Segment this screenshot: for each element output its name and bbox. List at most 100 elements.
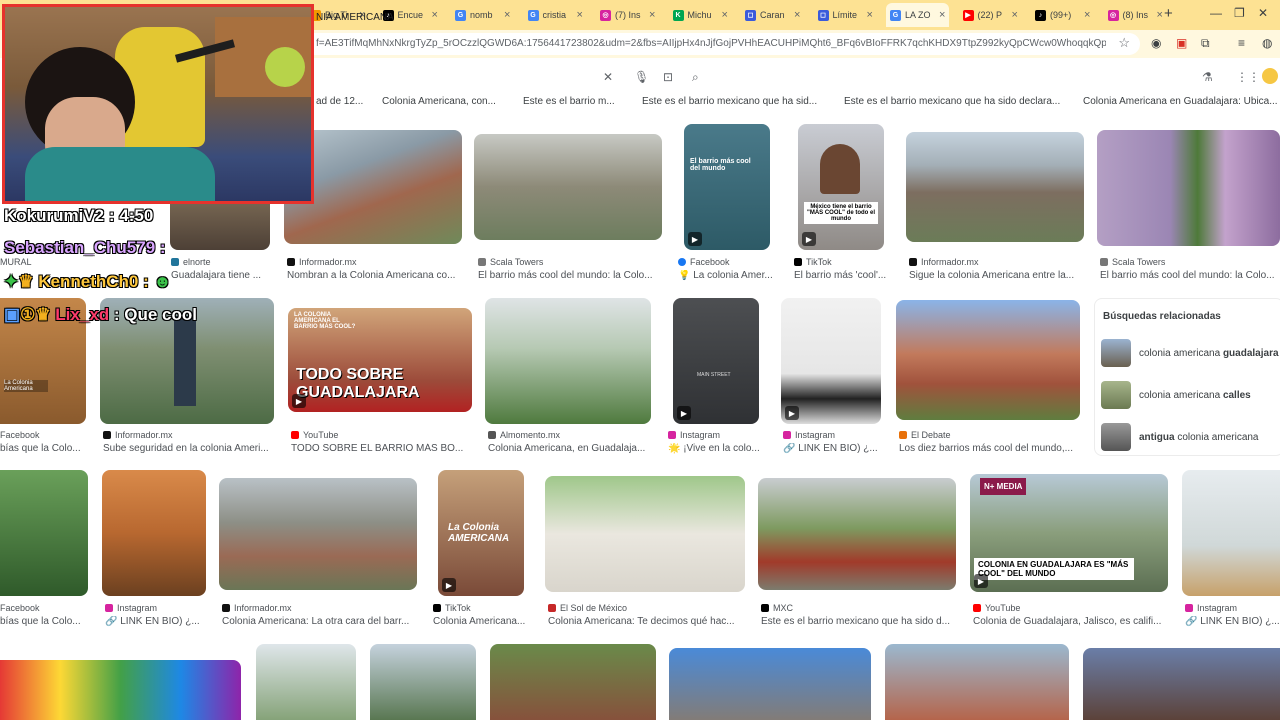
result-title[interactable]: Este es el barrio mexicano que ha sid... [642, 96, 827, 107]
tab-close-icon[interactable]: × [794, 9, 800, 21]
mic-icon[interactable]: 🎙 [634, 70, 649, 84]
video-play-icon: ▶ [442, 578, 456, 592]
image-source: Instagram [668, 430, 720, 440]
restore-icon[interactable]: ❐ [1234, 6, 1245, 20]
result-title[interactable]: Colonia Americana, con... [382, 96, 502, 107]
related-search-item[interactable]: antigua colonia americana [1101, 421, 1279, 453]
image-caption[interactable]: 🌟 ¡Vive en la colo... [668, 443, 764, 454]
image-source: Instagram [1185, 603, 1237, 613]
extension-red-icon[interactable]: ▣ [1176, 36, 1187, 50]
image-caption[interactable]: TODO SOBRE EL BARRIO MÁS BO... [291, 443, 471, 454]
image-caption[interactable]: Nombran a la Colonia Americana co... [287, 270, 462, 281]
tab-close-icon[interactable]: × [649, 9, 655, 21]
image-source: Scala Towers [478, 257, 543, 267]
tab-close-icon[interactable]: × [504, 9, 510, 21]
bookmark-star-icon[interactable]: ☆ [1118, 35, 1130, 51]
tab-title: (99+) [1050, 10, 1072, 20]
tab-favicon-icon: ◻ [745, 9, 756, 21]
search-icon[interactable]: ⌕ [692, 70, 699, 85]
new-tab-button[interactable]: + [1164, 5, 1173, 22]
image-source: YouTube [973, 603, 1020, 613]
result-title[interactable]: ad de 12... [316, 96, 376, 107]
extension-icon[interactable]: ◉ [1151, 36, 1161, 50]
image-caption[interactable]: Colonia Americana, en Guadalaja... [488, 443, 652, 454]
browser-tab[interactable]: ▶ (22) P × [959, 3, 1022, 27]
image-caption[interactable]: Colonia Americana: Te decimos qué hac... [548, 616, 744, 627]
tab-close-icon[interactable]: × [1157, 9, 1163, 21]
browser-tab[interactable]: K Michu × [669, 3, 732, 27]
image-caption[interactable]: bías que la Colo... [0, 616, 86, 627]
image-source: El Sol de México [548, 603, 627, 613]
tab-title: Caran [760, 10, 785, 20]
menu-lines-icon[interactable]: ≡ [1238, 36, 1245, 50]
close-window-icon[interactable]: ✕ [1258, 6, 1268, 20]
address-bar[interactable]: f=AE3TifMqMhNxNkrgTyZp_5rOCzzlQGWD6A:175… [300, 33, 1140, 55]
result-title[interactable]: Colonia Americana en Guadalajara: Ubica.… [1083, 96, 1280, 107]
image-caption[interactable]: El barrio más cool del mundo: la Colo... [478, 270, 663, 281]
image-caption[interactable]: El barrio más 'cool'... [794, 270, 886, 281]
labs-icon[interactable]: ⚗ [1202, 70, 1213, 84]
thumb-text: El barrio más cool del mundo [690, 158, 751, 172]
image-caption[interactable]: Sigue la colonia Americana entre la... [909, 270, 1084, 281]
clear-search-icon[interactable]: ✕ [603, 70, 613, 84]
video-play-icon: ▶ [677, 406, 691, 420]
image-caption[interactable]: Colonia Americana: La otra cara del barr… [222, 616, 417, 627]
image-caption[interactable]: 💡 La colonia Amer... [678, 270, 774, 281]
image-caption[interactable]: El barrio más cool del mundo: la Colo... [1100, 270, 1280, 281]
url-text: f=AE3TifMqMhNxNkrgTyZp_5rOCzzlQGWD6A:175… [316, 38, 1106, 49]
image-source: Instagram [783, 430, 835, 440]
related-search-item[interactable]: colonia americana calles [1101, 379, 1279, 411]
tab-close-icon[interactable]: × [577, 9, 583, 21]
browser-tab[interactable]: G LA ZO × [886, 3, 950, 27]
video-play-icon: ▶ [688, 232, 702, 246]
apps-grid-icon[interactable]: ⋮⋮ [1236, 70, 1260, 84]
video-play-icon: ▶ [292, 394, 306, 408]
account-avatar[interactable] [1262, 68, 1278, 84]
tab-close-icon[interactable]: × [867, 9, 873, 21]
tab-close-icon[interactable]: × [1084, 9, 1090, 21]
search-query[interactable]: NIA AMERICANA [316, 12, 394, 23]
image-caption[interactable]: 🔗 LINK EN BIO) ¿... [1185, 616, 1280, 627]
image-caption[interactable]: Los diez barrios más cool del mundo,... [899, 443, 1079, 454]
browser-tab[interactable]: ♪ (99+) × [1031, 3, 1094, 27]
browser-tab[interactable]: Gnomb × [451, 3, 514, 27]
result-title[interactable]: Este es el barrio mexicano que ha sido d… [844, 96, 1069, 107]
tab-favicon-icon: G [890, 9, 901, 21]
minimize-icon[interactable]: — [1210, 6, 1222, 20]
tab-close-icon[interactable]: × [432, 9, 438, 21]
profile-icon[interactable]: ◍ [1262, 36, 1272, 50]
tab-close-icon[interactable]: × [1012, 9, 1018, 21]
image-caption[interactable]: Este es el barrio mexicano que ha sido d… [761, 616, 957, 627]
image-source: elnorte [171, 257, 211, 267]
browser-tab[interactable]: ◎ (7) Ins × [596, 3, 659, 27]
puzzle-icon[interactable]: ⧉ [1201, 36, 1210, 51]
browser-tab[interactable]: ◻ Límite × [814, 3, 877, 27]
browser-tab[interactable]: ◎ (8) Ins × [1104, 3, 1167, 27]
result-title[interactable]: Este es el barrio m... [523, 96, 623, 107]
thumb-text: TODO SOBRE GUADALAJARA [296, 366, 420, 401]
browser-tab[interactable]: Gcristia × [524, 3, 587, 27]
image-caption[interactable]: Guadalajara tiene ... [171, 270, 271, 281]
related-search-item[interactable]: colonia americana guadalajara [1101, 337, 1279, 369]
badge-icon: ✦ [4, 272, 19, 291]
image-source: YouTube [291, 430, 338, 440]
browser-tab[interactable]: ◻ Caran × [741, 3, 804, 27]
image-source: MURAL [0, 257, 32, 267]
tab-close-icon[interactable]: × [722, 9, 728, 21]
tab-close-icon[interactable]: × [939, 9, 945, 21]
image-caption[interactable]: 🔗 LINK EN BIO) ¿... [105, 616, 205, 627]
image-caption[interactable]: Sube seguridad en la colonia Ameri... [103, 443, 275, 454]
tab-title: (7) Ins [615, 10, 641, 20]
lens-icon[interactable]: ⊡ [663, 70, 673, 84]
image-caption[interactable]: Colonia de Guadalajara, Jalisco, es cali… [973, 616, 1168, 627]
tab-title: (22) P [977, 10, 1003, 20]
tab-title: nomb [470, 10, 493, 20]
image-caption[interactable]: bías que la Colo... [0, 443, 86, 454]
thumb-text: LA COLONIA AMERICANA EL BARRIO MÁS COOL? [294, 312, 356, 330]
image-source: El Debate [899, 430, 951, 440]
image-caption[interactable]: Colonia Americana... [433, 616, 525, 627]
tab-title: Límite [832, 10, 858, 20]
image-caption[interactable]: 🔗 LINK EN BIO) ¿... [783, 443, 881, 454]
chat-message: ✦♛ KennethCh0 : ☻ [4, 272, 172, 291]
video-play-icon: ▶ [785, 406, 799, 420]
